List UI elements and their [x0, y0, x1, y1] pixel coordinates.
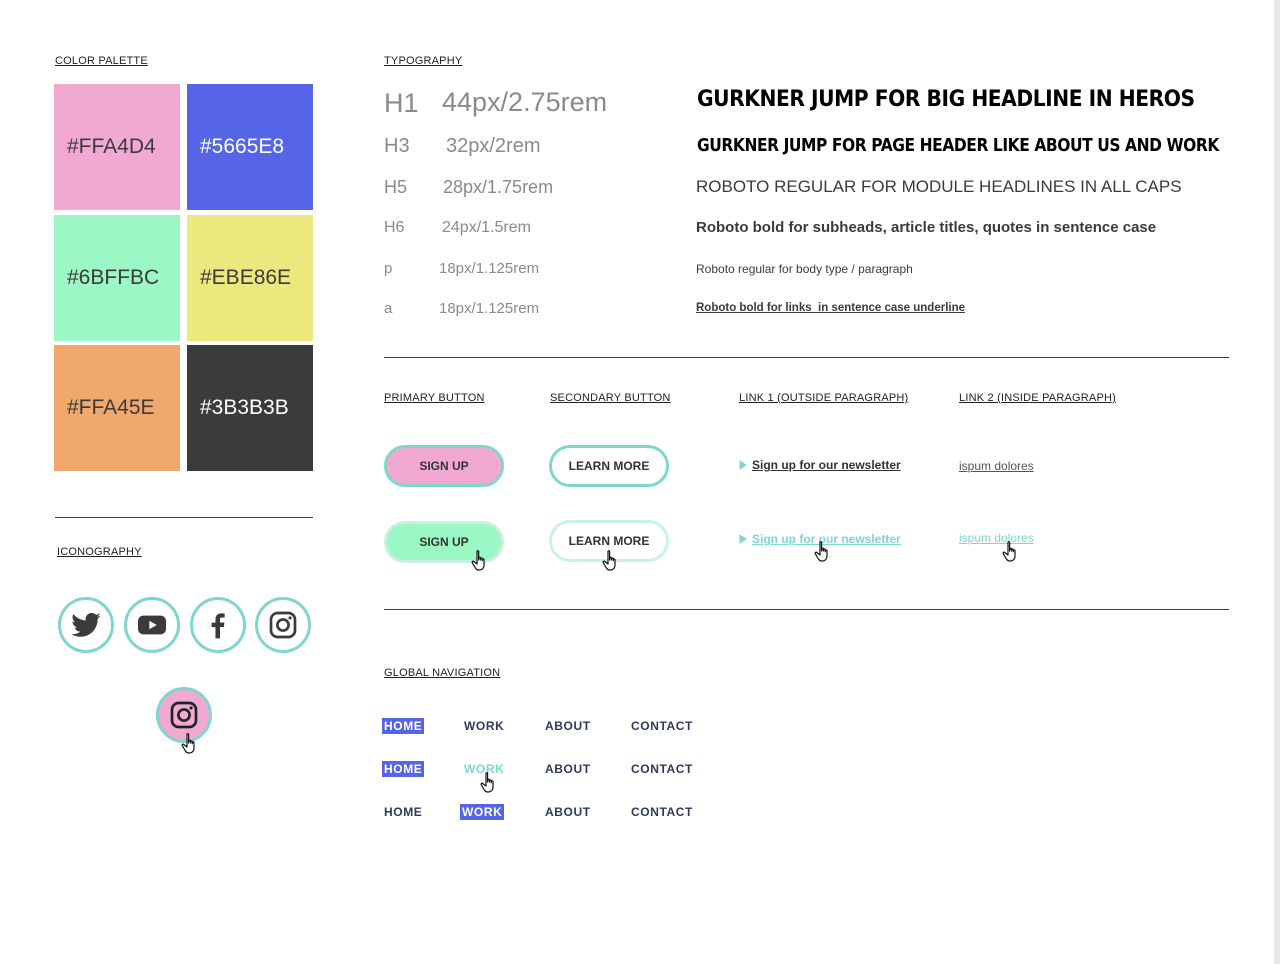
type-tag-p: p — [384, 260, 393, 277]
swatch-label: #EBE86E — [200, 266, 292, 289]
type-sample-h5: ROBOTO REGULAR FOR MODULE HEADLINES IN A… — [696, 177, 1182, 196]
nav-work-hover[interactable]: WORK — [462, 761, 506, 777]
instagram-icon — [269, 611, 297, 639]
type-sample-a[interactable]: Roboto bold for links in sentence case u… — [696, 302, 965, 314]
nav-about[interactable]: ABOUT — [543, 804, 593, 820]
nav-home-active[interactable]: HOME — [382, 761, 425, 777]
newsletter-link[interactable]: Sign up for our newsletter — [739, 458, 901, 472]
newsletter-link-hover[interactable]: Sign up for our newsletter — [739, 532, 901, 546]
swatch-dark: #3B3B3B — [187, 345, 313, 471]
arrow-right-icon — [739, 460, 747, 470]
type-sample-h6: Roboto bold for subheads, article titles… — [696, 219, 1157, 236]
nav-contact[interactable]: CONTACT — [629, 718, 695, 734]
nav-about[interactable]: ABOUT — [543, 718, 593, 734]
swatch-orange: #FFA45E — [54, 345, 180, 471]
newsletter-link-label: Sign up for our newsletter — [752, 532, 901, 546]
nav-work[interactable]: WORK — [462, 718, 506, 734]
global-navigation-title: GLOBAL NAVIGATION — [384, 667, 501, 679]
instagram-icon — [170, 701, 198, 729]
type-tag-h1: H1 — [384, 88, 419, 118]
swatch-mint: #6BFFBC — [54, 215, 180, 341]
swatch-label: #3B3B3B — [200, 396, 289, 419]
twitter-button[interactable] — [58, 597, 114, 653]
type-tag-a: a — [384, 300, 393, 317]
swatch-label: #5665E8 — [200, 135, 285, 158]
scrollbar[interactable] — [1274, 0, 1280, 964]
learn-more-button[interactable]: LEARN MORE — [549, 445, 669, 487]
twitter-icon — [71, 613, 101, 637]
type-tag-h6: H6 — [384, 219, 405, 236]
divider — [384, 357, 1229, 358]
type-tag-h3: H3 — [384, 135, 410, 157]
type-tag-h5: H5 — [384, 177, 408, 197]
inline-paragraph-link-hover[interactable]: ispum dolores — [959, 531, 1034, 545]
type-sample-p: Roboto regular for body type / paragraph — [696, 262, 913, 276]
nav-contact[interactable]: CONTACT — [629, 761, 695, 777]
swatch-label: #FFA4D4 — [67, 135, 156, 158]
inline-paragraph-link[interactable]: ispum dolores — [959, 459, 1034, 473]
type-size-p: 18px/1.125rem — [439, 260, 540, 277]
type-size-h6: 24px/1.5rem — [442, 219, 531, 236]
instagram-button-hover[interactable] — [156, 687, 212, 743]
nav-home-active[interactable]: HOME — [382, 718, 425, 734]
secondary-button-title: SECONDARY BUTTON — [550, 392, 671, 404]
primary-button-title: PRIMARY BUTTON — [384, 392, 485, 404]
learn-more-button-hover[interactable]: LEARN MORE — [549, 520, 669, 562]
swatch-blue: #5665E8 — [187, 84, 313, 210]
youtube-button[interactable] — [124, 597, 180, 653]
swatch-yellow: #EBE86E — [187, 215, 313, 341]
facebook-button[interactable] — [190, 597, 246, 653]
divider — [384, 609, 1229, 610]
sign-up-button-hover[interactable]: SIGN UP — [384, 521, 504, 563]
swatch-pink: #FFA4D4 — [54, 84, 180, 210]
nav-about[interactable]: ABOUT — [543, 761, 593, 777]
instagram-button[interactable] — [255, 597, 311, 653]
type-sample-h3: Gurkner Jump for page header like about … — [697, 135, 1219, 156]
facebook-icon — [211, 613, 225, 639]
type-size-h1: 44px/2.75rem — [442, 87, 608, 117]
newsletter-link-label: Sign up for our newsletter — [752, 458, 901, 472]
iconography-title: ICONOGRAPHY — [57, 546, 142, 558]
arrow-right-icon — [739, 534, 747, 544]
sign-up-button[interactable]: SIGN UP — [384, 445, 504, 487]
typography-title: TYPOGRAPHY — [384, 55, 463, 67]
link1-title: LINK 1 (OUTSIDE PARAGRAPH) — [739, 392, 909, 404]
type-size-a: 18px/1.125rem — [439, 300, 540, 317]
swatch-label: #6BFFBC — [67, 266, 160, 289]
swatch-label: #FFA45E — [67, 396, 155, 419]
nav-work-active[interactable]: WORK — [460, 804, 505, 820]
color-palette-title: COLOR PALETTE — [55, 55, 148, 67]
type-size-h5: 28px/1.75rem — [443, 177, 554, 197]
type-sample-h1: Gurkner Jump for big headline in heros — [697, 87, 1195, 112]
youtube-icon — [138, 615, 166, 635]
type-size-h3: 32px/2rem — [446, 135, 541, 157]
link2-title: LINK 2 (INSIDE PARAGRAPH) — [959, 392, 1116, 404]
nav-home[interactable]: HOME — [382, 804, 424, 820]
divider — [55, 517, 313, 518]
nav-contact[interactable]: CONTACT — [629, 804, 695, 820]
